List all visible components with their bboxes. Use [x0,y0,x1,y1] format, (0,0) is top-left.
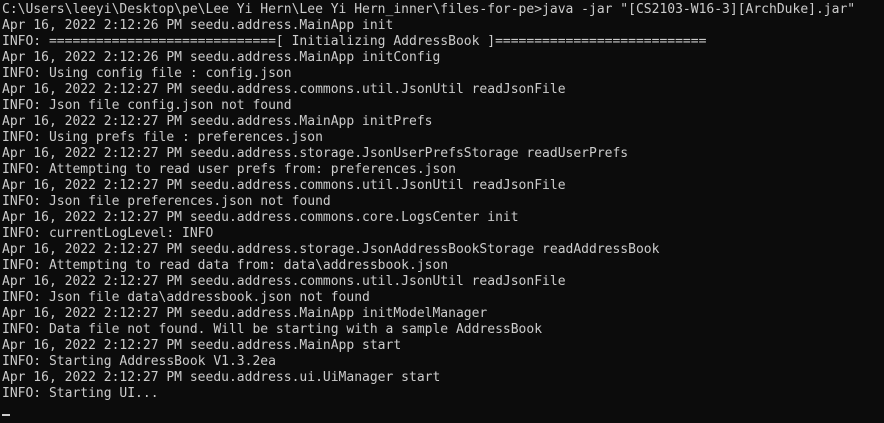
console-line: Apr 16, 2022 2:12:27 PM seedu.address.co… [2,82,566,97]
console-line: Apr 16, 2022 2:12:27 PM seedu.address.co… [2,274,566,289]
console-line: Apr 16, 2022 2:12:27 PM seedu.address.Ma… [2,306,488,321]
terminal-window[interactable]: C:\Users\leeyi\Desktop\pe\Lee Yi Hern\Le… [0,0,884,423]
console-line: Apr 16, 2022 2:12:27 PM seedu.address.st… [2,146,629,161]
console-line: Apr 16, 2022 2:12:27 PM seedu.address.st… [2,242,660,257]
console-line: INFO: Json file data\addressbook.json no… [2,290,370,305]
console-line: INFO: currentLogLevel: INFO [2,226,214,241]
cursor-line [2,402,882,418]
console-line: Apr 16, 2022 2:12:27 PM seedu.address.Ma… [2,114,433,129]
console-line: Apr 16, 2022 2:12:26 PM seedu.address.Ma… [2,50,441,65]
console-line: INFO: Using config file : config.json [2,66,292,81]
console-line: INFO: Using prefs file : preferences.jso… [2,130,323,145]
console-line: Apr 16, 2022 2:12:26 PM seedu.address.Ma… [2,18,394,33]
console-line: INFO: Attempting to read user prefs from… [2,162,456,177]
console-line: INFO: Starting AddressBook V1.3.2ea [2,354,276,369]
console-line-command: C:\Users\leeyi\Desktop\pe\Lee Yi Hern\Le… [2,2,856,17]
console-line: Apr 16, 2022 2:12:27 PM seedu.address.ui… [2,370,441,385]
text-cursor [2,414,10,416]
console-line: INFO: Attempting to read data from: data… [2,258,449,273]
console-line: INFO: =============================[ Ini… [2,34,707,49]
console-output: C:\Users\leeyi\Desktop\pe\Lee Yi Hern\Le… [2,2,882,418]
console-line: INFO: Json file config.json not found [2,98,292,113]
console-line: INFO: Json file preferences.json not fou… [2,194,331,209]
console-line: Apr 16, 2022 2:12:27 PM seedu.address.Ma… [2,338,402,353]
console-line: INFO: Data file not found. Will be start… [2,322,543,337]
console-line: Apr 16, 2022 2:12:27 PM seedu.address.co… [2,178,566,193]
console-line: INFO: Starting UI... [2,386,159,401]
console-line: Apr 16, 2022 2:12:27 PM seedu.address.co… [2,210,519,225]
